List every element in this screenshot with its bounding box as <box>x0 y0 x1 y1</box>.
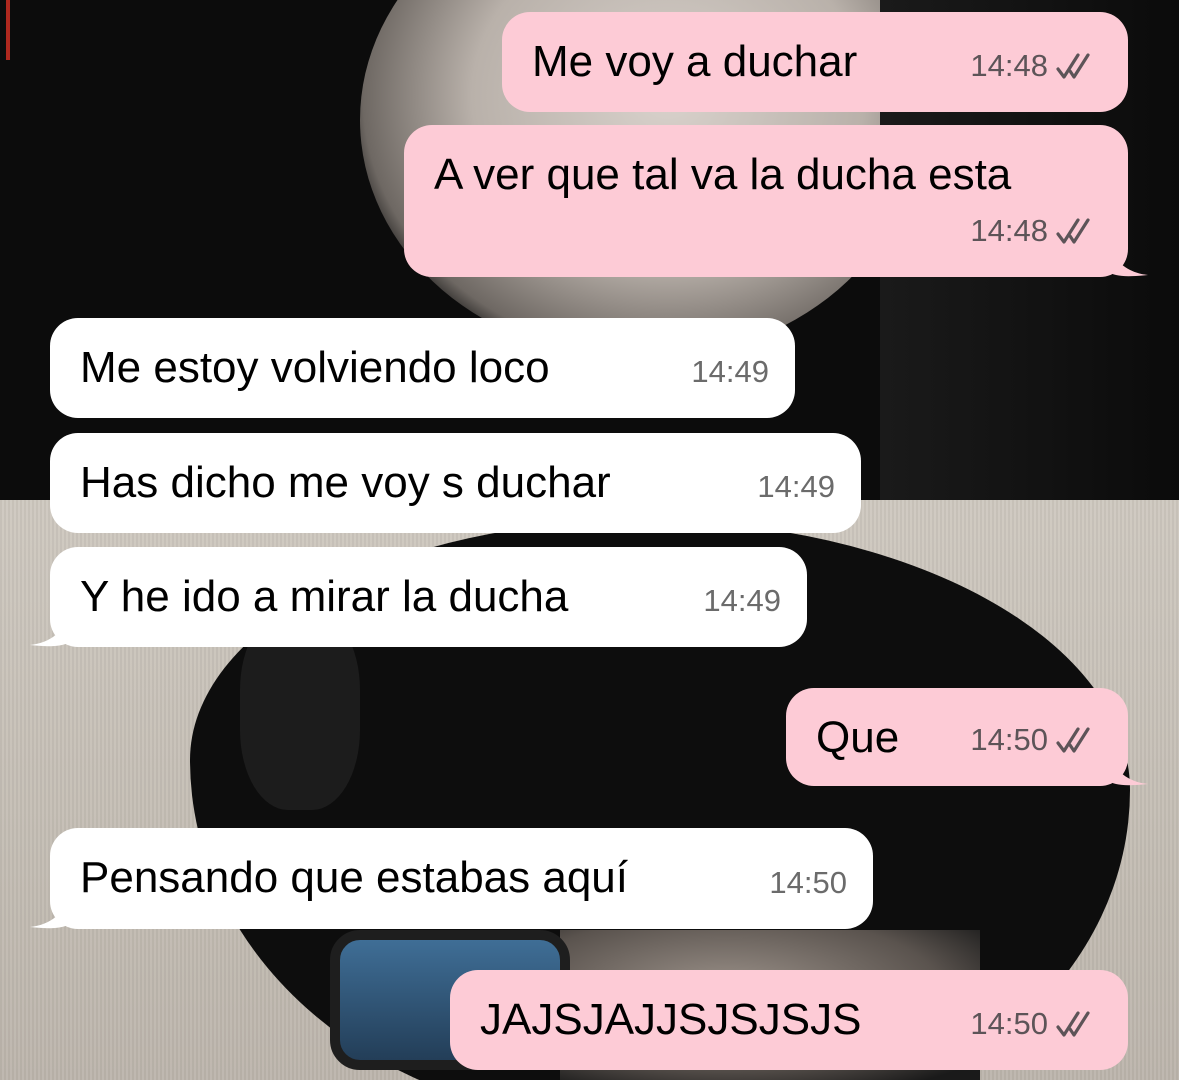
double-check-icon <box>1056 218 1090 244</box>
message-meta: 14:50 <box>970 714 1102 766</box>
message-bubble-incoming[interactable]: Y he ido a mirar la ducha 14:49 <box>50 547 807 647</box>
double-check-icon <box>1056 1011 1090 1037</box>
message-time: 14:48 <box>970 48 1048 83</box>
message-meta: 14:49 <box>691 346 769 398</box>
message-text: A ver que tal va la ducha esta <box>434 150 1012 199</box>
message-bubble-incoming[interactable]: Me estoy volviendo loco 14:49 <box>50 318 795 418</box>
message-text: Y he ido a mirar la ducha <box>80 572 569 621</box>
chat-message-list[interactable]: Me voy a duchar 14:48 A ver que tal va l… <box>0 0 1179 1080</box>
message-time: 14:49 <box>703 583 781 618</box>
message-bubble-outgoing[interactable]: A ver que tal va la ducha esta 14:48 <box>404 125 1128 277</box>
message-time: 14:48 <box>970 213 1048 248</box>
message-meta: 14:50 <box>769 857 847 909</box>
message-meta: 14:48 <box>970 205 1102 257</box>
message-time: 14:50 <box>970 722 1048 757</box>
message-bubble-incoming[interactable]: Pensando que estabas aquí 14:50 <box>50 828 873 929</box>
bubble-tail-incoming <box>30 611 70 647</box>
bubble-tail-outgoing <box>1108 750 1148 786</box>
message-text: JAJSJAJJSJSJSJS <box>480 995 862 1044</box>
message-bubble-outgoing[interactable]: Que 14:50 <box>786 688 1128 786</box>
message-text: Me voy a duchar <box>532 37 858 86</box>
message-bubble-outgoing[interactable]: Me voy a duchar 14:48 <box>502 12 1128 112</box>
message-meta: 14:50 <box>970 998 1102 1050</box>
message-bubble-outgoing[interactable]: JAJSJAJJSJSJSJS 14:50 <box>450 970 1128 1070</box>
bubble-tail-incoming <box>30 893 70 929</box>
message-meta: 14:48 <box>970 40 1102 92</box>
message-time: 14:49 <box>691 354 769 389</box>
message-bubble-incoming[interactable]: Has dicho me voy s duchar 14:49 <box>50 433 861 533</box>
bubble-tail-outgoing <box>1108 241 1148 277</box>
message-text: Has dicho me voy s duchar <box>80 458 611 507</box>
double-check-icon <box>1056 727 1090 753</box>
message-meta: 14:49 <box>757 461 835 513</box>
message-time: 14:49 <box>757 469 835 504</box>
message-text: Que <box>816 713 900 762</box>
message-text: Me estoy volviendo loco <box>80 343 550 392</box>
double-check-icon <box>1056 53 1090 79</box>
message-text: Pensando que estabas aquí <box>80 853 629 902</box>
message-time: 14:50 <box>769 865 847 900</box>
message-meta: 14:49 <box>703 575 781 627</box>
message-time: 14:50 <box>970 1006 1048 1041</box>
